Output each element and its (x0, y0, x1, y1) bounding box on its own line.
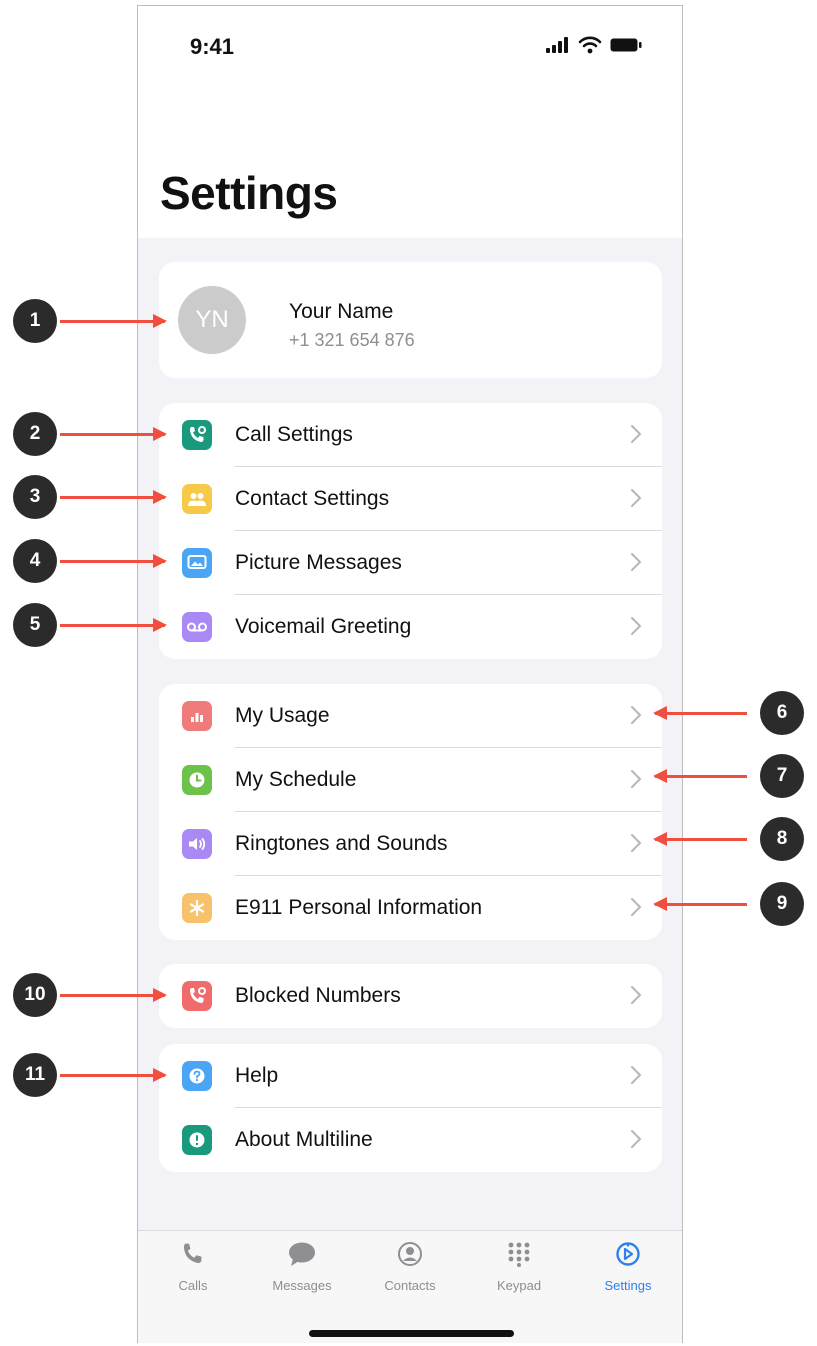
call-settings-label: Call Settings (235, 423, 353, 446)
chevron-right-icon (631, 1066, 642, 1084)
phone-gear-icon (182, 420, 212, 450)
tab-contacts[interactable]: Contacts (360, 1241, 460, 1293)
annotation-arrow-2 (60, 427, 167, 441)
phone-icon (183, 1243, 202, 1264)
chevron-right-icon (631, 553, 642, 571)
tab-contacts-label: Contacts (384, 1278, 436, 1293)
voicemail-greeting-row[interactable]: Voicemail Greeting (159, 595, 662, 659)
home-indicator (309, 1330, 514, 1337)
tab-keypad[interactable]: Keypad (469, 1241, 569, 1293)
about-label: About Multiline (235, 1128, 373, 1151)
tab-calls-label: Calls (178, 1278, 208, 1293)
picture-message-icon (182, 548, 212, 578)
speaker-icon (182, 829, 212, 859)
battery-icon (610, 38, 642, 52)
annotation-arrow-1 (60, 314, 167, 328)
header-area: 9:41 Settings (138, 6, 682, 238)
chevron-right-icon (631, 898, 642, 916)
chevron-right-icon (631, 425, 642, 443)
tab-messages[interactable]: Messages (252, 1241, 352, 1293)
annotation-arrow-7 (653, 769, 747, 783)
tab-calls[interactable]: Calls (143, 1241, 243, 1293)
annotation-badge-8: 8 (760, 817, 804, 861)
contact-settings-row[interactable]: Contact Settings (159, 467, 662, 531)
contact-person-icon (398, 1242, 422, 1266)
tab-bar: Calls Messages Contacts Keypad Settings (138, 1230, 682, 1343)
chevron-right-icon (631, 834, 642, 852)
annotation-arrow-6 (653, 706, 747, 720)
annotation-badge-3: 3 (13, 475, 57, 519)
e911-label: E911 Personal Information (235, 896, 483, 919)
annotation-arrow-8 (653, 832, 747, 846)
annotation-badge-6: 6 (760, 691, 804, 735)
tab-keypad-label: Keypad (496, 1278, 542, 1293)
tab-messages-label: Messages (272, 1278, 332, 1293)
help-row[interactable]: Help (159, 1044, 662, 1108)
my-usage-row[interactable]: My Usage (159, 684, 662, 748)
annotation-arrow-9 (653, 897, 747, 911)
chevron-right-icon (631, 770, 642, 788)
avatar: YN (178, 286, 246, 354)
annotation-badge-9: 9 (760, 882, 804, 926)
clock-icon (182, 765, 212, 795)
settings-group-blocked: Blocked Numbers (159, 964, 662, 1028)
my-schedule-row[interactable]: My Schedule (159, 748, 662, 812)
signal-icon (546, 37, 568, 53)
call-settings-row[interactable]: Call Settings (159, 403, 662, 467)
e911-row[interactable]: E911 Personal Information (159, 876, 662, 940)
settings-gear-icon (616, 1242, 640, 1266)
settings-group-calls: Call Settings Contact Settings Picture M… (159, 403, 662, 659)
blocked-numbers-label: Blocked Numbers (235, 984, 401, 1007)
asterisk-icon (182, 893, 212, 923)
my-schedule-label: My Schedule (235, 768, 357, 791)
chat-bubble-icon (289, 1242, 315, 1266)
picture-messages-label: Picture Messages (235, 551, 402, 574)
annotation-badge-4: 4 (13, 539, 57, 583)
annotation-badge-11: 11 (13, 1053, 57, 1097)
annotation-arrow-3 (60, 490, 167, 504)
my-usage-label: My Usage (235, 704, 330, 727)
chevron-right-icon (631, 489, 642, 507)
annotation-arrow-11 (60, 1068, 167, 1082)
settings-group-account: My Usage My Schedule Ringtones and Sound… (159, 684, 662, 940)
voicemail-greeting-label: Voicemail Greeting (235, 615, 412, 638)
annotation-badge-5: 5 (13, 603, 57, 647)
wifi-icon (578, 36, 602, 54)
question-icon (182, 1061, 212, 1091)
contact-settings-label: Contact Settings (235, 487, 390, 510)
phone-block-icon (182, 981, 212, 1011)
annotation-arrow-10 (60, 988, 167, 1002)
chevron-right-icon (631, 706, 642, 724)
profile-phone: +1 321 654 876 (289, 330, 415, 350)
info-icon (182, 1125, 212, 1155)
about-row[interactable]: About Multiline (159, 1108, 662, 1172)
voicemail-icon (182, 612, 212, 642)
chevron-right-icon (631, 617, 642, 635)
status-time: 9:41 (190, 34, 235, 59)
annotation-badge-10: 10 (13, 973, 57, 1017)
annotation-badge-2: 2 (13, 412, 57, 456)
annotation-badge-1: 1 (13, 299, 57, 343)
tab-settings[interactable]: Settings (578, 1241, 678, 1293)
ringtones-label: Ringtones and Sounds (235, 832, 448, 855)
annotation-arrow-5 (60, 618, 167, 632)
profile-card[interactable]: YN Your Name +1 321 654 876 (159, 262, 662, 378)
tab-settings-label: Settings (604, 1278, 652, 1293)
blocked-numbers-row[interactable]: Blocked Numbers (159, 964, 662, 1028)
status-icons (546, 36, 642, 54)
annotation-badge-7: 7 (760, 754, 804, 798)
page-title: Settings (160, 167, 338, 219)
settings-group-help: Help About Multiline (159, 1044, 662, 1172)
chevron-right-icon (631, 1130, 642, 1148)
ringtones-row[interactable]: Ringtones and Sounds (159, 812, 662, 876)
bar-chart-icon (182, 701, 212, 731)
chevron-right-icon (631, 986, 642, 1004)
phone-screen: 9:41 Settings YN Your Name +1 321 654 87… (137, 5, 683, 1343)
annotation-arrow-4 (60, 554, 167, 568)
keypad-grid-icon (508, 1242, 530, 1267)
people-icon (182, 484, 212, 514)
profile-name: Your Name (289, 300, 394, 323)
picture-messages-row[interactable]: Picture Messages (159, 531, 662, 595)
help-label: Help (235, 1064, 279, 1087)
